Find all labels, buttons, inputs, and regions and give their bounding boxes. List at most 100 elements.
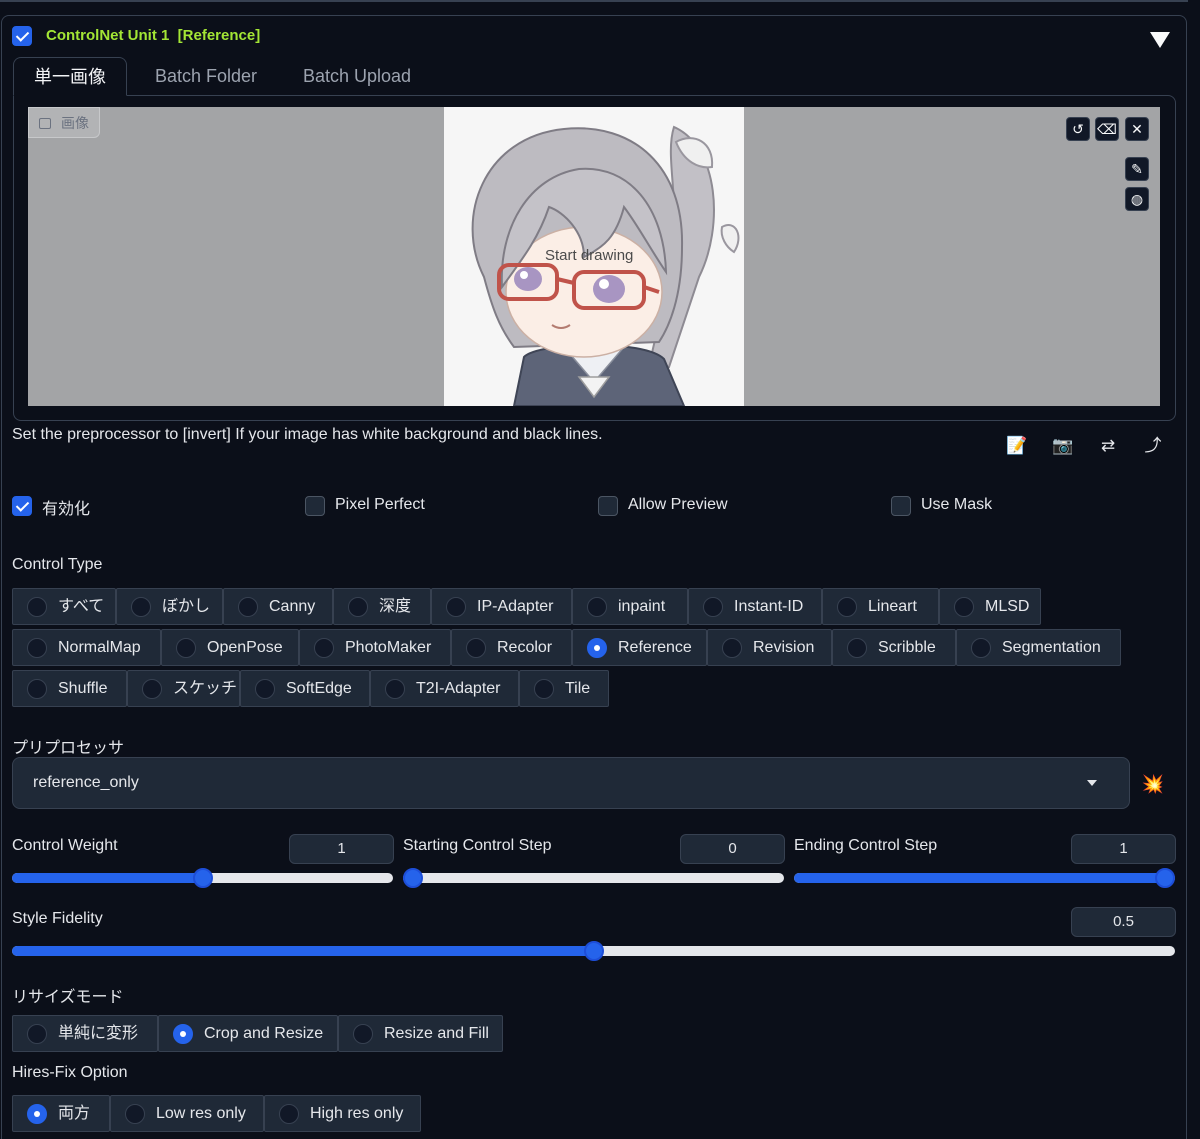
control-type-option-label: IP-Adapter: [477, 598, 554, 615]
radio-dot: [847, 638, 867, 658]
swap-icon[interactable]: ⇄: [1095, 434, 1121, 458]
control-type-option[interactable]: Shuffle: [12, 670, 127, 707]
hires-fix-option[interactable]: Low res only: [110, 1095, 264, 1132]
control-type-option-label: inpaint: [618, 598, 666, 615]
control-type-option-label: Segmentation: [1002, 639, 1101, 656]
use-mask-checkbox[interactable]: [891, 496, 911, 516]
control-type-option[interactable]: MLSD: [939, 588, 1041, 625]
control-type-option-label: OpenPose: [207, 639, 283, 656]
control-type-option-label: Tile: [565, 680, 591, 697]
radio-dot: [176, 638, 196, 658]
control-type-option[interactable]: SoftEdge: [240, 670, 370, 707]
control-weight-slider[interactable]: [12, 868, 393, 888]
resize-mode-option[interactable]: Crop and Resize: [158, 1015, 338, 1052]
control-type-option[interactable]: T2I-Adapter: [370, 670, 519, 707]
radio-dot: [279, 1104, 299, 1124]
control-type-option[interactable]: inpaint: [572, 588, 688, 625]
undo-icon[interactable]: ↺: [1066, 117, 1090, 141]
use-mask-label: Use Mask: [921, 496, 993, 513]
notepad-icon[interactable]: 📝: [1004, 434, 1030, 458]
radio-dot: [348, 597, 368, 617]
send-arrow-icon[interactable]: ⤴: [1140, 434, 1166, 458]
style-fidelity-thumb[interactable]: [583, 941, 604, 961]
starting-step-input[interactable]: 0: [680, 834, 785, 864]
pixel-perfect-label: Pixel Perfect: [335, 496, 425, 513]
control-type-option[interactable]: Segmentation: [956, 629, 1121, 666]
hires-fix-option-label: High res only: [310, 1105, 404, 1122]
ending-step-thumb[interactable]: [1155, 868, 1175, 888]
control-type-option[interactable]: Revision: [707, 629, 832, 666]
preprocessor-dropdown[interactable]: reference_only: [12, 757, 1130, 809]
radio-dot: [954, 597, 974, 617]
resize-mode-option-label: Crop and Resize: [204, 1025, 324, 1042]
top-divider: [0, 0, 1188, 2]
radio-dot: [703, 597, 723, 617]
control-weight-input[interactable]: 1: [289, 834, 394, 864]
control-type-option[interactable]: Scribble: [832, 629, 956, 666]
preprocessor-value: reference_only: [33, 774, 139, 791]
control-type-option[interactable]: すべて: [12, 588, 116, 625]
control-type-option-label: Instant-ID: [734, 598, 804, 615]
control-type-option-label: Recolor: [497, 639, 553, 656]
radio-dot: [587, 597, 607, 617]
control-type-option[interactable]: Lineart: [822, 588, 939, 625]
collapse-triangle-icon[interactable]: [1150, 32, 1170, 48]
palette-icon[interactable]: ◍: [1125, 187, 1149, 211]
radio-dot: [837, 597, 857, 617]
allow-preview-label: Allow Preview: [628, 496, 728, 513]
resize-mode-option[interactable]: 単純に変形: [12, 1015, 158, 1052]
control-type-option-label: Scribble: [878, 639, 936, 656]
style-fidelity-fill: [12, 946, 594, 956]
control-type-option[interactable]: PhotoMaker: [299, 629, 451, 666]
control-type-option[interactable]: OpenPose: [161, 629, 299, 666]
control-type-option[interactable]: NormalMap: [12, 629, 161, 666]
control-type-option-label: T2I-Adapter: [416, 680, 501, 697]
tab-single-image[interactable]: 単一画像: [13, 57, 127, 96]
hires-fix-option[interactable]: High res only: [264, 1095, 421, 1132]
control-type-option[interactable]: Recolor: [451, 629, 572, 666]
hires-fix-option[interactable]: 両方: [12, 1095, 110, 1132]
resize-mode-option-label: Resize and Fill: [384, 1025, 489, 1042]
control-type-option-label: PhotoMaker: [345, 639, 432, 656]
enable-checkbox[interactable]: [12, 496, 32, 516]
allow-preview-checkbox[interactable]: [598, 496, 618, 516]
resize-mode-option-label: 単純に変形: [58, 1025, 139, 1042]
control-type-option[interactable]: スケッチ: [127, 670, 240, 707]
pixel-perfect-checkbox[interactable]: [305, 496, 325, 516]
tab-batch-upload[interactable]: Batch Upload: [283, 57, 431, 96]
ending-step-input[interactable]: 1: [1071, 834, 1176, 864]
start-drawing-text: Start drawing: [545, 247, 634, 264]
brush-icon[interactable]: ✎: [1125, 157, 1149, 181]
radio-dot: [27, 679, 47, 699]
close-icon[interactable]: ✕: [1125, 117, 1149, 141]
control-type-option[interactable]: Instant-ID: [688, 588, 822, 625]
control-weight-fill: [12, 873, 203, 883]
eraser-icon[interactable]: ⌫: [1095, 117, 1119, 141]
ending-step-slider[interactable]: [794, 868, 1175, 888]
control-type-option[interactable]: IP-Adapter: [431, 588, 572, 625]
style-fidelity-slider[interactable]: [12, 941, 1175, 961]
chevron-down-icon: [1087, 780, 1097, 786]
control-type-option[interactable]: 深度: [333, 588, 431, 625]
run-preprocessor-icon[interactable]: 💥: [1141, 772, 1165, 796]
starting-step-slider[interactable]: [403, 868, 784, 888]
tab-batch-folder[interactable]: Batch Folder: [135, 57, 277, 96]
camera-icon[interactable]: 📷: [1050, 434, 1076, 458]
image-label: 画像: [28, 107, 100, 138]
control-type-option-label: すべて: [58, 598, 105, 615]
hires-fix-label: Hires-Fix Option: [12, 1064, 128, 1081]
radio-dot: [142, 679, 162, 699]
unit-enable-checkbox[interactable]: [12, 26, 32, 46]
style-fidelity-input[interactable]: 0.5: [1071, 907, 1176, 937]
resize-mode-option[interactable]: Resize and Fill: [338, 1015, 503, 1052]
control-type-option[interactable]: Reference: [572, 629, 707, 666]
radio-dot: [722, 638, 742, 658]
control-weight-thumb[interactable]: [192, 868, 213, 888]
starting-step-thumb[interactable]: [403, 868, 423, 888]
radio-dot: [971, 638, 991, 658]
control-type-option[interactable]: Tile: [519, 670, 609, 707]
control-type-option[interactable]: Canny: [223, 588, 333, 625]
control-type-option[interactable]: ぼかし: [116, 588, 223, 625]
control-type-option-label: Reference: [618, 639, 692, 656]
radio-dot: [587, 638, 607, 658]
